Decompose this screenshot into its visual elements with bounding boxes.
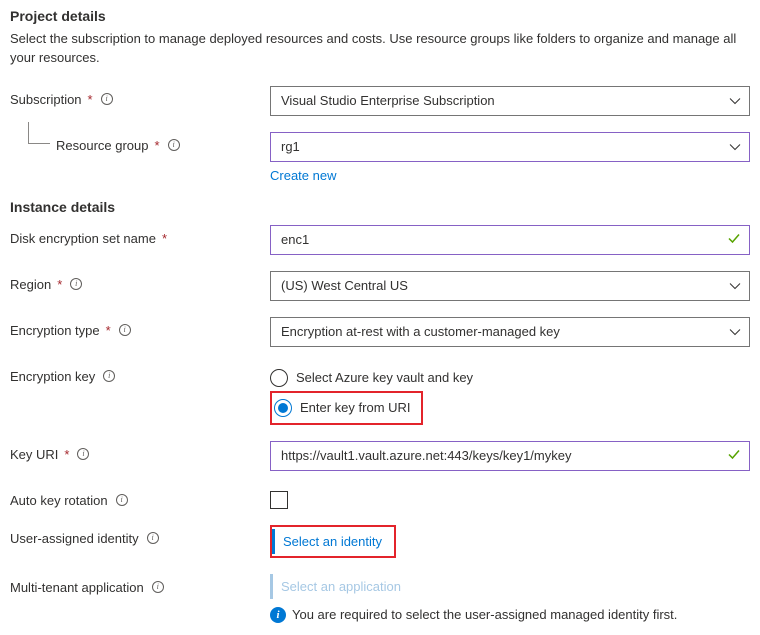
radio-select-keyvault[interactable]: Select Azure key vault and key bbox=[270, 365, 750, 391]
select-application-link: Select an application bbox=[281, 579, 401, 594]
info-icon[interactable]: i bbox=[77, 448, 89, 460]
region-select[interactable]: (US) West Central US bbox=[270, 271, 750, 301]
subscription-select[interactable]: Visual Studio Enterprise Subscription bbox=[270, 86, 750, 116]
auto-rotation-checkbox[interactable] bbox=[270, 491, 288, 509]
encryption-type-label: Encryption type bbox=[10, 323, 100, 338]
radio-enter-uri[interactable]: Enter key from URI bbox=[272, 395, 417, 421]
required-indicator: * bbox=[88, 92, 93, 107]
key-uri-input[interactable]: https://vault1.vault.azure.net:443/keys/… bbox=[270, 441, 750, 471]
encryption-type-value: Encryption at-rest with a customer-manag… bbox=[281, 324, 560, 339]
chevron-down-icon bbox=[729, 141, 741, 153]
user-assigned-identity-label: User-assigned identity bbox=[10, 531, 139, 546]
subscription-value: Visual Studio Enterprise Subscription bbox=[281, 93, 495, 108]
region-value: (US) West Central US bbox=[281, 278, 408, 293]
project-details-heading: Project details bbox=[10, 8, 750, 24]
des-name-label: Disk encryption set name bbox=[10, 231, 156, 246]
multi-tenant-app-label: Multi-tenant application bbox=[10, 580, 144, 595]
info-badge-icon: i bbox=[270, 607, 286, 623]
required-indicator: * bbox=[64, 447, 69, 462]
radio-select-keyvault-label: Select Azure key vault and key bbox=[296, 370, 473, 385]
resource-group-label: Resource group bbox=[56, 138, 149, 153]
required-indicator: * bbox=[155, 138, 160, 153]
chevron-down-icon bbox=[729, 95, 741, 107]
info-icon[interactable]: i bbox=[101, 93, 113, 105]
info-icon[interactable]: i bbox=[152, 581, 164, 593]
select-identity-link[interactable]: Select an identity bbox=[283, 534, 382, 549]
highlight-box: Select an identity bbox=[270, 525, 396, 558]
info-icon[interactable]: i bbox=[168, 139, 180, 151]
info-icon[interactable]: i bbox=[116, 494, 128, 506]
required-indicator: * bbox=[106, 323, 111, 338]
radio-icon bbox=[270, 369, 288, 387]
multi-tenant-info-text: You are required to select the user-assi… bbox=[292, 607, 677, 622]
chevron-down-icon bbox=[729, 326, 741, 338]
project-details-description: Select the subscription to manage deploy… bbox=[10, 30, 750, 68]
resource-group-value: rg1 bbox=[281, 139, 300, 154]
indent-line bbox=[28, 122, 50, 144]
des-name-input[interactable]: enc1 bbox=[270, 225, 750, 255]
key-uri-label: Key URI bbox=[10, 447, 58, 462]
info-icon[interactable]: i bbox=[103, 370, 115, 382]
des-name-value: enc1 bbox=[281, 232, 309, 247]
info-icon[interactable]: i bbox=[70, 278, 82, 290]
check-icon bbox=[727, 447, 741, 464]
instance-details-heading: Instance details bbox=[10, 199, 750, 215]
encryption-type-select[interactable]: Encryption at-rest with a customer-manag… bbox=[270, 317, 750, 347]
required-indicator: * bbox=[57, 277, 62, 292]
radio-enter-uri-label: Enter key from URI bbox=[300, 400, 411, 415]
create-new-link[interactable]: Create new bbox=[270, 168, 336, 183]
encryption-key-label: Encryption key bbox=[10, 369, 95, 384]
auto-rotation-label: Auto key rotation bbox=[10, 493, 108, 508]
required-indicator: * bbox=[162, 231, 167, 246]
key-uri-value: https://vault1.vault.azure.net:443/keys/… bbox=[281, 448, 571, 463]
info-icon[interactable]: i bbox=[119, 324, 131, 336]
info-icon[interactable]: i bbox=[147, 532, 159, 544]
resource-group-select[interactable]: rg1 bbox=[270, 132, 750, 162]
subscription-label: Subscription bbox=[10, 92, 82, 107]
region-label: Region bbox=[10, 277, 51, 292]
highlight-box: Enter key from URI bbox=[270, 391, 423, 425]
check-icon bbox=[727, 231, 741, 248]
radio-icon bbox=[274, 399, 292, 417]
chevron-down-icon bbox=[729, 280, 741, 292]
